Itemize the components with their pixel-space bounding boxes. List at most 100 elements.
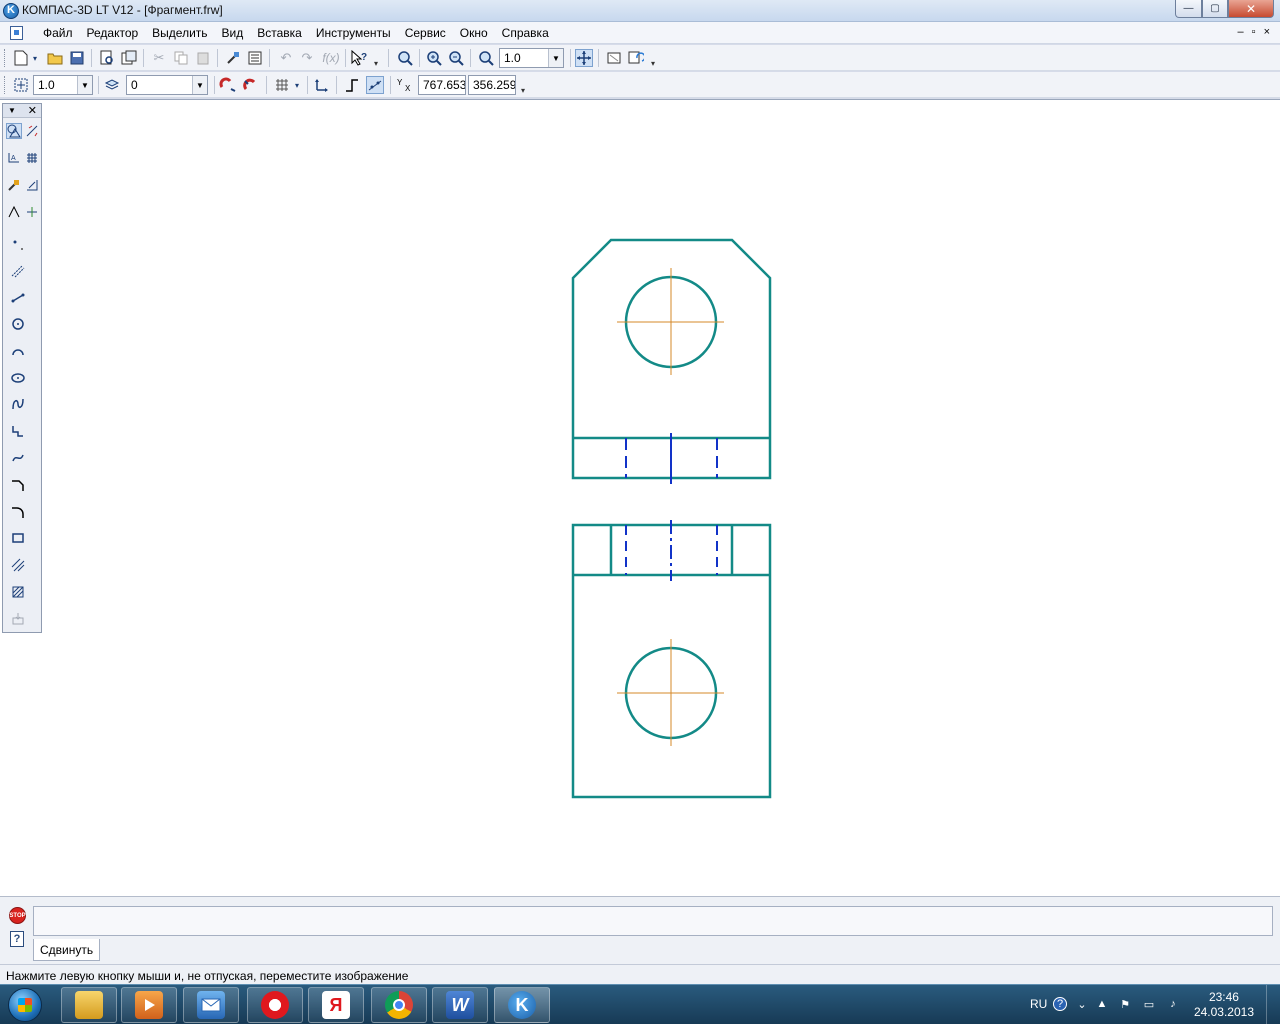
zoom-out-icon[interactable] — [447, 49, 465, 67]
parameters-icon[interactable] — [246, 49, 264, 67]
language-help-icon[interactable]: ? — [1053, 997, 1067, 1011]
toolbar-grip[interactable] — [4, 76, 7, 94]
coord-y-field[interactable]: 356.259 — [468, 75, 516, 95]
grid-icon[interactable] — [273, 76, 291, 94]
menu-item-6[interactable]: Сервис — [398, 26, 453, 40]
panel-close-icon[interactable]: ✕ — [28, 104, 37, 117]
ellipse-tool-icon[interactable] — [10, 370, 26, 386]
local-snap-icon[interactable] — [219, 76, 237, 94]
menu-item-0[interactable]: Файл — [36, 26, 80, 40]
toolbar-overflow-icon[interactable]: ▾ — [651, 59, 659, 69]
toolbar-overflow-icon[interactable]: ▾ — [521, 86, 529, 96]
curve-tool-icon[interactable] — [10, 450, 26, 466]
arc-tool-icon[interactable] — [10, 343, 26, 359]
pan-icon[interactable] — [575, 49, 593, 67]
measure-panel-icon[interactable] — [24, 177, 40, 193]
spec-panel-icon[interactable] — [24, 204, 40, 220]
cursor-step-icon[interactable] — [12, 76, 30, 94]
zoom-scale-icon[interactable] — [477, 49, 495, 67]
show-desktop-button[interactable] — [1266, 985, 1280, 1024]
zoom-combo[interactable]: 1.0 ▼ — [499, 48, 564, 68]
panel-menu-icon[interactable]: ▼ — [8, 106, 16, 115]
language-settings-icon[interactable]: ⌄ — [1075, 997, 1089, 1011]
menu-item-8[interactable]: Справка — [495, 26, 556, 40]
fill-tool-icon[interactable] — [10, 584, 26, 600]
point-tool-icon[interactable] — [10, 237, 26, 253]
ortho-mode-icon[interactable] — [343, 76, 361, 94]
menu-item-3[interactable]: Вид — [215, 26, 251, 40]
layers-icon[interactable] — [103, 76, 121, 94]
taskbar-mail[interactable] — [183, 987, 239, 1023]
format-brush-icon[interactable] — [224, 49, 242, 67]
taskbar-word[interactable]: W — [432, 987, 488, 1023]
cut-icon[interactable]: ✂ — [150, 49, 168, 67]
menu-item-4[interactable]: Вставка — [250, 26, 309, 40]
taskbar-explorer[interactable] — [61, 987, 117, 1023]
mdi-restore-button[interactable]: ▫ — [1252, 26, 1256, 38]
stop-command-icon[interactable]: STOP — [9, 907, 26, 924]
volume-icon[interactable]: ♪ — [1166, 997, 1180, 1011]
action-center-flag-icon[interactable]: ⚑ — [1118, 997, 1132, 1011]
menu-item-1[interactable]: Редактор — [80, 26, 146, 40]
toolbar-overflow-icon[interactable]: ▾ — [374, 59, 382, 69]
context-help-icon[interactable]: ? — [350, 49, 368, 67]
hatch-tool-icon[interactable] — [10, 557, 26, 573]
layer-combo[interactable]: 0 ▼ — [126, 75, 208, 95]
menu-item-7[interactable]: Окно — [453, 26, 495, 40]
close-button[interactable]: ✕ — [1228, 0, 1274, 18]
minimize-button[interactable]: — — [1175, 0, 1202, 18]
tab-move[interactable]: Сдвинуть — [33, 939, 101, 961]
network-icon[interactable]: ▭ — [1142, 997, 1156, 1011]
parametrization-panel-icon[interactable] — [6, 177, 22, 193]
notation-panel-icon[interactable]: A — [6, 150, 22, 166]
taskbar-kompas[interactable]: K — [494, 987, 550, 1023]
show-all-icon[interactable] — [605, 49, 623, 67]
zoom-dropdown-icon[interactable]: ▼ — [548, 49, 563, 67]
refresh-icon[interactable] — [627, 49, 645, 67]
drawing-canvas[interactable] — [0, 99, 1280, 896]
save-icon[interactable] — [68, 49, 86, 67]
taskbar-media-player[interactable] — [121, 987, 177, 1023]
maximize-button[interactable]: ▢ — [1202, 0, 1228, 18]
coord-x-field[interactable]: 767.653 — [418, 75, 466, 95]
kompas-app-icon[interactable] — [3, 3, 19, 19]
layer-dropdown-icon[interactable]: ▼ — [192, 76, 207, 94]
properties-icon[interactable] — [120, 49, 138, 67]
chamfer-tool-icon[interactable] — [10, 477, 26, 493]
paste-icon[interactable] — [194, 49, 212, 67]
dimensions-panel-icon[interactable] — [24, 123, 40, 139]
step-dropdown-icon[interactable]: ▼ — [77, 76, 92, 94]
copy-icon[interactable] — [172, 49, 190, 67]
taskbar-chrome[interactable] — [371, 987, 427, 1023]
zoom-window-icon[interactable] — [396, 49, 414, 67]
show-hidden-icons-icon[interactable]: ▲ — [1095, 997, 1109, 1011]
step-combo[interactable]: 1.0 ▼ — [33, 75, 93, 95]
polyline-tool-icon[interactable] — [10, 423, 26, 439]
function-icon[interactable]: f(x) — [320, 49, 342, 67]
start-button[interactable] — [2, 986, 48, 1024]
round-off-icon[interactable] — [366, 76, 384, 94]
taskbar-yandex[interactable]: Я — [308, 987, 364, 1023]
toolbar-grip[interactable] — [4, 49, 7, 67]
new-dropdown-icon[interactable]: ▾ — [30, 49, 40, 67]
spline-tool-icon[interactable] — [10, 396, 26, 412]
open-folder-icon[interactable] — [46, 49, 64, 67]
grid-dropdown-icon[interactable]: ▾ — [292, 76, 302, 94]
rectangle-tool-icon[interactable] — [10, 530, 26, 546]
auxiliary-line-icon[interactable] — [10, 263, 26, 279]
collect-contour-icon[interactable] — [10, 611, 26, 627]
new-file-icon[interactable] — [12, 49, 30, 67]
coordinates-icon[interactable]: YX — [396, 76, 414, 94]
help-command-icon[interactable]: ? — [10, 931, 24, 947]
language-indicator[interactable]: RU — [1030, 997, 1047, 1011]
undo-icon[interactable]: ↶ — [277, 49, 295, 67]
menu-item-5[interactable]: Инструменты — [309, 26, 398, 40]
edit-panel-icon[interactable] — [24, 150, 40, 166]
system-clock[interactable]: 23:46 24.03.2013 — [1194, 990, 1254, 1020]
document-icon[interactable] — [10, 26, 23, 40]
redo-icon[interactable]: ↷ — [298, 49, 316, 67]
mdi-close-button[interactable]: × — [1264, 26, 1270, 38]
menu-item-2[interactable]: Выделить — [145, 26, 214, 40]
circle-tool-icon[interactable] — [10, 316, 26, 332]
geometry-panel-icon[interactable] — [6, 123, 22, 139]
